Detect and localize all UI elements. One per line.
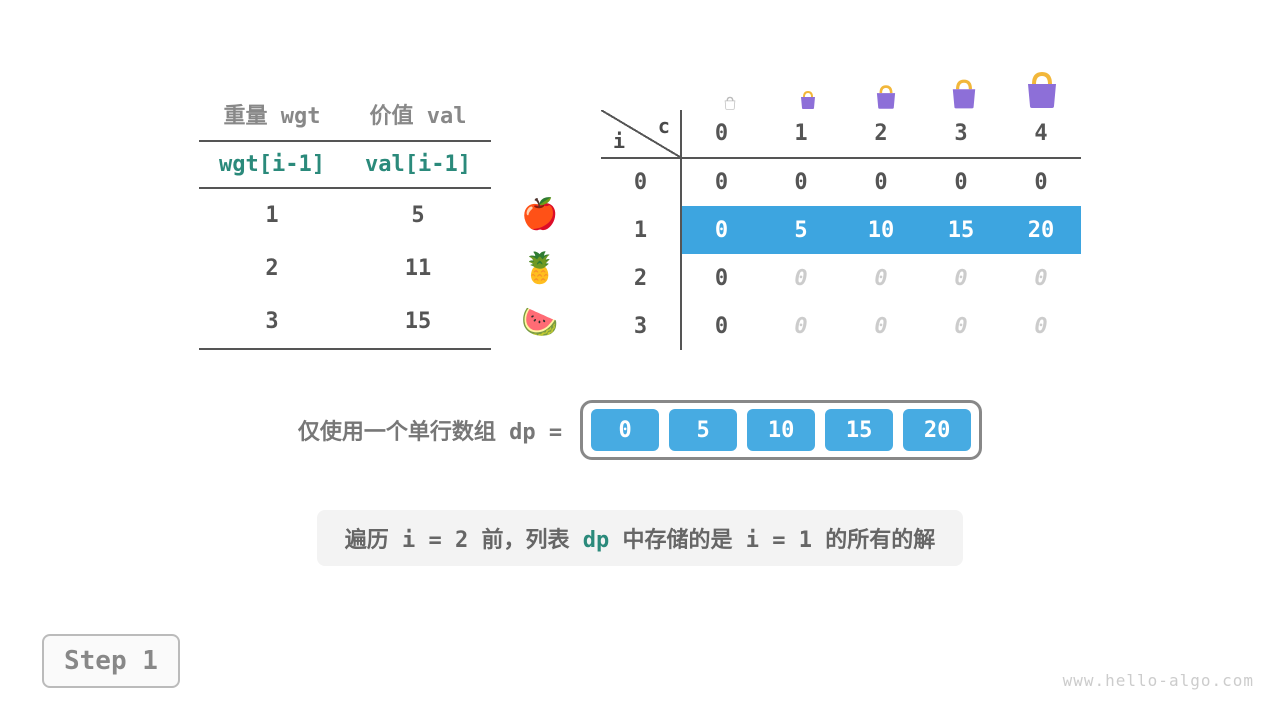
dp-col-4: 4: [1001, 110, 1081, 158]
item-wgt: 3: [199, 295, 345, 349]
items-table: 重量 wgt 价值 val wgt[i-1] val[i-1] 15211315: [199, 88, 491, 350]
dp-array-cell: 0: [591, 409, 659, 451]
dp-row-index: 0: [601, 158, 681, 206]
item-wgt: 1: [199, 188, 345, 242]
dp-row-index: 3: [601, 302, 681, 350]
caption: 遍历 i = 2 前，列表 dp 中存储的是 i = 1 的所有的解: [317, 510, 963, 566]
dp-array-label: 仅使用一个单行数组 dp =: [298, 414, 562, 446]
items-subheader-wgt: wgt[i-1]: [199, 141, 345, 188]
dp-cell: 0: [841, 254, 921, 302]
fruit-column: 🍎🍍🍉: [521, 72, 571, 350]
dp-row-index: 2: [601, 254, 681, 302]
dp-cell: 0: [681, 158, 761, 206]
dp-corner: c i: [601, 110, 681, 158]
dp-col-0: 0: [681, 110, 761, 158]
bag-icon: [1003, 60, 1081, 110]
dp-cell: 0: [1001, 158, 1081, 206]
dp-cell: 0: [681, 302, 761, 350]
items-header-val: 价值 val: [345, 88, 491, 141]
dp-row-index: 1: [601, 206, 681, 254]
dp-array: 05101520: [580, 400, 982, 460]
items-header-wgt: 重量 wgt: [199, 88, 345, 141]
dp-array-cell: 5: [669, 409, 737, 451]
dp-cell: 0: [921, 302, 1001, 350]
watermelon-icon: 🍉: [521, 296, 571, 350]
dp-cell: 0: [921, 254, 1001, 302]
dp-cell: 20: [1001, 206, 1081, 254]
pineapple-icon: 🍍: [521, 242, 571, 296]
item-wgt: 2: [199, 242, 345, 295]
dp-cell: 0: [761, 302, 841, 350]
dp-cell: 0: [1001, 302, 1081, 350]
dp-col-2: 2: [841, 110, 921, 158]
item-val: 5: [345, 188, 491, 242]
dp-array-cell: 20: [903, 409, 971, 451]
item-val: 15: [345, 295, 491, 349]
bag-icon: [769, 60, 847, 110]
dp-cell: 15: [921, 206, 1001, 254]
dp-cell: 0: [921, 158, 1001, 206]
dp-cell: 0: [761, 158, 841, 206]
bag-icon: [925, 60, 1003, 110]
apple-icon: 🍎: [521, 188, 571, 242]
dp-col-3: 3: [921, 110, 1001, 158]
dp-array-cell: 10: [747, 409, 815, 451]
dp-cell: 0: [681, 254, 761, 302]
dp-array-cell: 15: [825, 409, 893, 451]
bag-icons-row: [691, 60, 1081, 110]
watermark: www.hello-algo.com: [1063, 671, 1254, 690]
dp-cell: 0: [1001, 254, 1081, 302]
step-badge: Step 1: [42, 634, 180, 688]
dp-col-1: 1: [761, 110, 841, 158]
dp-cell: 0: [841, 302, 921, 350]
bag-icon: [847, 60, 925, 110]
dp-cell: 0: [681, 206, 761, 254]
dp-cell: 0: [761, 254, 841, 302]
bag-icon: [691, 60, 769, 110]
item-val: 11: [345, 242, 491, 295]
dp-table: c i 0 1 2 3 4 00000010510152020000030000…: [601, 110, 1081, 350]
dp-cell: 5: [761, 206, 841, 254]
items-subheader-val: val[i-1]: [345, 141, 491, 188]
dp-cell: 10: [841, 206, 921, 254]
dp-cell: 0: [841, 158, 921, 206]
